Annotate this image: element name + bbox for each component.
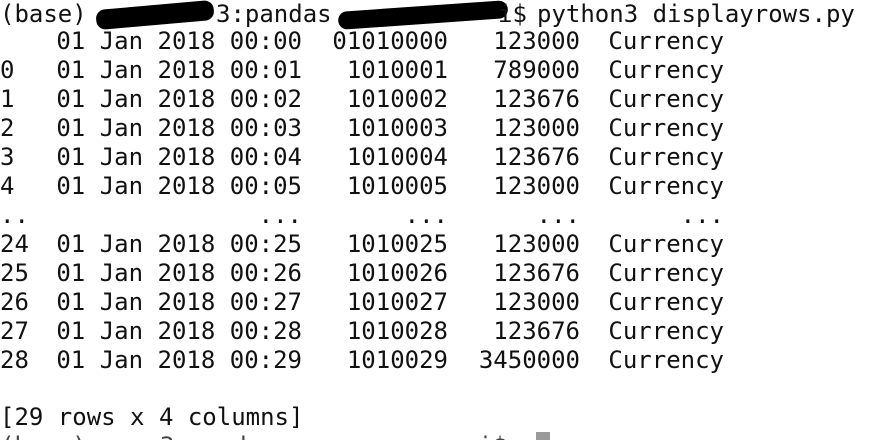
- amount-cell: 123676: [493, 259, 580, 287]
- terminal-cursor: [536, 432, 550, 440]
- type-cell: ...: [680, 201, 724, 229]
- id-cell: ...: [404, 201, 448, 229]
- id-cell: 1010004: [346, 143, 448, 171]
- table-row: 24 01 Jan 2018 00:25 1010025 123000 Currency: [0, 230, 880, 259]
- shape-summary-text: [29 rows x 4 columns]: [0, 403, 304, 431]
- table-row: 0 01 Jan 2018 00:01 1010001 789000 Currency: [0, 56, 880, 85]
- date-cell: ...: [258, 201, 302, 229]
- id-cell: 1010005: [346, 172, 448, 200]
- redacted-username: [95, 0, 215, 31]
- table-row: 28 01 Jan 2018 00:29 1010029 3450000 Currenc…: [0, 346, 880, 375]
- type-cell: Currency: [608, 172, 724, 200]
- type-cell: Currency: [608, 85, 724, 113]
- date-cell: 01 Jan 2018 00:04: [56, 143, 302, 171]
- table-row: 2 01 Jan 2018 00:03 1010003 123000 Currency: [0, 114, 880, 143]
- terminal-window: (base) 3:pandas i$ python3 displayrows.p…: [0, 0, 880, 440]
- type-cell: Currency: [608, 114, 724, 142]
- id-cell: 1010003: [346, 114, 448, 142]
- date-cell: 01 Jan 2018 00:03: [56, 114, 302, 142]
- type-cell: Currency: [608, 259, 724, 287]
- table-row: 3 01 Jan 2018 00:04 1010004 123676 Currency: [0, 143, 880, 172]
- amount-cell: 123000: [493, 172, 580, 200]
- typed-command: python3 displayrows.py: [537, 0, 855, 28]
- id-cell: 1010027: [346, 288, 448, 316]
- date-cell: 01 Jan 2018 00:26: [56, 259, 302, 287]
- id-cell: 1010026: [346, 259, 448, 287]
- prompt-host: 3:pandas: [216, 0, 332, 28]
- next-prompt-host: 3:pandas: [160, 432, 276, 440]
- command-prompt-line: (base) 3:pandas i$ python3 displayrows.p…: [0, 0, 855, 31]
- type-cell: Currency: [608, 230, 724, 258]
- date-cell: 01 Jan 2018 00:27: [56, 288, 302, 316]
- dataframe-shape-summary: [29 rows x 4 columns]: [0, 403, 303, 432]
- table-row: 25 01 Jan 2018 00:26 1010026 123676 Currency: [0, 259, 880, 288]
- amount-cell: 123000: [493, 27, 580, 55]
- type-cell: Currency: [608, 56, 724, 84]
- date-cell: 01 Jan 2018 00:01: [56, 56, 302, 84]
- id-cell: 1010029: [346, 346, 448, 374]
- amount-cell: 123676: [493, 317, 580, 345]
- amount-cell: 123676: [493, 85, 580, 113]
- type-cell: Currency: [608, 143, 724, 171]
- id-cell: 01010000: [332, 27, 448, 55]
- table-row: 26 01 Jan 2018 00:27 1010027 123000 Currency: [0, 288, 880, 317]
- id-cell: 1010002: [346, 85, 448, 113]
- date-cell: 01 Jan 2018 00:05: [56, 172, 302, 200]
- table-row: 27 01 Jan 2018 00:28 1010028 123676 Currency: [0, 317, 880, 346]
- date-cell: 01 Jan 2018 00:29: [56, 346, 302, 374]
- amount-cell: 3450000: [478, 346, 580, 374]
- amount-cell: 123000: [493, 114, 580, 142]
- amount-cell: ...: [536, 201, 580, 229]
- date-cell: 01 Jan 2018 00:02: [56, 85, 302, 113]
- next-prompt-line[interactable]: (base) 3:pandas i$: [0, 432, 550, 440]
- type-cell: Currency: [608, 317, 724, 345]
- dataframe-header-row: 01 Jan 2018 00:00 01010000 123000 Currency: [0, 27, 880, 56]
- id-cell: 1010025: [346, 230, 448, 258]
- prompt-symbol: i$: [498, 0, 527, 28]
- id-cell: 1010001: [346, 56, 448, 84]
- date-cell: 01 Jan 2018 00:28: [56, 317, 302, 345]
- table-row: 4 01 Jan 2018 00:05 1010005 123000 Currency: [0, 172, 880, 201]
- table-row: 1 01 Jan 2018 00:02 1010002 123676 Currency: [0, 85, 880, 114]
- type-cell: Currency: [608, 288, 724, 316]
- prompt-env: (base): [0, 0, 87, 28]
- date-cell: 01 Jan 2018 00:00: [56, 27, 302, 55]
- amount-cell: 789000: [493, 56, 580, 84]
- type-cell: Currency: [608, 346, 724, 374]
- amount-cell: 123000: [493, 288, 580, 316]
- amount-cell: 123676: [493, 143, 580, 171]
- next-prompt-env: (base): [0, 432, 87, 440]
- type-cell: Currency: [608, 27, 724, 55]
- amount-cell: 123000: [493, 230, 580, 258]
- redacted-path: [337, 0, 509, 30]
- table-row: ..............: [0, 201, 880, 230]
- next-prompt-symbol: i$: [478, 432, 507, 440]
- date-cell: 01 Jan 2018 00:25: [56, 230, 302, 258]
- id-cell: 1010028: [346, 317, 448, 345]
